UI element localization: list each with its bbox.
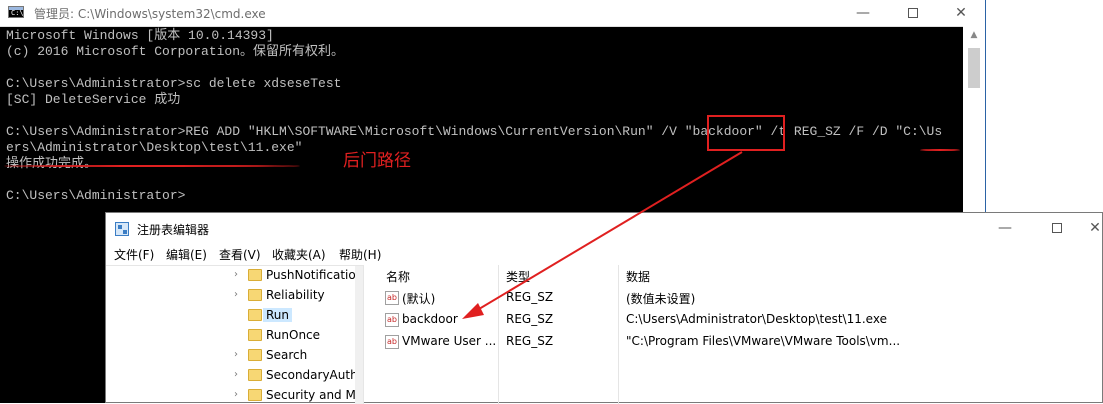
- chevron-right-icon[interactable]: ›: [234, 369, 238, 380]
- value-data: "C:\Program Files\VMware\VMware Tools\vm…: [626, 334, 901, 348]
- value-name: (默认): [402, 292, 436, 306]
- maximize-button[interactable]: [1034, 215, 1080, 241]
- tree-item-label: PushNotification: [266, 268, 359, 282]
- scroll-thumb[interactable]: [968, 48, 980, 88]
- regedit-window-title: 注册表编辑器: [137, 223, 210, 237]
- column-header-name[interactable]: 名称: [386, 268, 410, 285]
- value-type: REG_SZ: [506, 312, 554, 326]
- console-line: ers\Administrator\Desktop\test\11.exe": [6, 140, 303, 155]
- cmd-title-bar[interactable]: C:\ 管理员: C:\Windows\system32\cmd.exe — ✕: [0, 0, 985, 27]
- menu-bar: 文件(F) 编辑(E) 查看(V) 收藏夹(A) 帮助(H): [106, 244, 1102, 264]
- string-value-icon: ab: [385, 313, 399, 327]
- menu-edit[interactable]: 编辑(E): [166, 246, 207, 263]
- chevron-right-icon[interactable]: ›: [234, 289, 238, 300]
- menu-favorites[interactable]: 收藏夹(A): [272, 246, 326, 263]
- maximize-icon: [1052, 223, 1062, 233]
- menu-file[interactable]: 文件(F): [114, 246, 154, 263]
- folder-icon: [248, 269, 262, 281]
- menu-help[interactable]: 帮助(H): [339, 246, 381, 263]
- console-line: C:\Users\Administrator>REG ADD "HKLM\SOF…: [6, 124, 943, 139]
- chevron-right-icon[interactable]: ›: [234, 349, 238, 360]
- column-header-data[interactable]: 数据: [626, 268, 650, 285]
- tree-item-label: RunOnce: [266, 328, 321, 342]
- minimize-button[interactable]: —: [840, 0, 886, 26]
- scroll-up-arrow-icon[interactable]: ▲: [963, 26, 985, 44]
- registry-tree-pane[interactable]: › PushNotification › Reliability Run Run…: [106, 265, 364, 404]
- tree-item-label: SecondaryAuthF: [266, 368, 359, 382]
- maximize-button[interactable]: [890, 0, 936, 26]
- tree-item-runonce[interactable]: RunOnce: [234, 326, 359, 346]
- menu-view[interactable]: 查看(V): [219, 246, 261, 263]
- minimize-button[interactable]: —: [982, 215, 1028, 241]
- close-button[interactable]: ✕: [938, 0, 984, 26]
- close-button[interactable]: ✕: [1084, 215, 1103, 241]
- underline-path-start: [920, 149, 960, 151]
- console-line: 操作成功完成。: [6, 156, 98, 171]
- annotation-label: 后门路径: [343, 151, 411, 171]
- regedit-window[interactable]: 注册表编辑器 — ✕ 文件(F) 编辑(E) 查看(V) 收藏夹(A) 帮助(H…: [105, 212, 1103, 404]
- tree-item-label: Security and Ma: [266, 388, 359, 402]
- folder-icon: [248, 289, 262, 301]
- tree-item-pushnotification[interactable]: › PushNotification: [234, 266, 359, 286]
- value-data: C:\Users\Administrator\Desktop\test\11.e…: [626, 312, 887, 326]
- registry-value-row[interactable]: ab VMware User ... REG_SZ "C:\Program Fi…: [376, 331, 1103, 353]
- registry-value-row[interactable]: ab (默认) REG_SZ (数值未设置): [376, 287, 1103, 309]
- cmd-window-title: 管理员: C:\Windows\system32\cmd.exe: [34, 7, 266, 21]
- string-value-icon: ab: [385, 335, 399, 349]
- highlight-box-backdoor: [707, 115, 785, 151]
- tree-item-label: Run: [263, 308, 293, 322]
- underline-path: [4, 165, 300, 167]
- folder-icon: [248, 389, 262, 401]
- console-line: (c) 2016 Microsoft Corporation。保留所有权利。: [6, 44, 345, 59]
- regedit-icon: [115, 222, 129, 236]
- desktop-background-right: [986, 0, 1103, 214]
- value-name: backdoor: [402, 312, 458, 326]
- tree-item-reliability[interactable]: › Reliability: [234, 286, 359, 306]
- string-value-icon: ab: [385, 291, 399, 305]
- chevron-right-icon[interactable]: ›: [234, 389, 238, 400]
- tree-item-security[interactable]: › Security and Ma: [234, 386, 359, 404]
- value-data: (数值未设置): [626, 292, 696, 306]
- value-name: VMware User ...: [402, 334, 497, 348]
- tree-item-label: Search: [266, 348, 308, 362]
- registry-value-row[interactable]: ab backdoor REG_SZ C:\Users\Administrato…: [376, 309, 1103, 331]
- folder-icon: [248, 329, 262, 341]
- cmd-icon: C:\: [8, 6, 24, 18]
- folder-icon: [248, 349, 262, 361]
- tree-item-secondaryauth[interactable]: › SecondaryAuthF: [234, 366, 359, 386]
- chevron-right-icon[interactable]: ›: [234, 269, 238, 280]
- console-line: [SC] DeleteService 成功: [6, 92, 181, 107]
- console-prompt-line: C:\Users\Administrator>: [6, 188, 186, 203]
- tree-item-run[interactable]: Run: [234, 306, 359, 326]
- tree-vertical-scrollbar[interactable]: [355, 266, 363, 404]
- folder-icon: [248, 309, 262, 321]
- registry-values-pane[interactable]: 名称 类型 数据 ab (默认) REG_SZ (数值未设置) ab backd…: [376, 265, 1103, 404]
- value-type: REG_SZ: [506, 334, 554, 348]
- console-line: C:\Users\Administrator>sc delete xdseseT…: [6, 76, 342, 91]
- folder-icon: [248, 369, 262, 381]
- maximize-icon: [908, 8, 918, 18]
- regedit-title-bar[interactable]: 注册表编辑器 — ✕: [106, 213, 1102, 243]
- console-line: Microsoft Windows [版本 10.0.14393]: [6, 28, 274, 43]
- tree-item-search[interactable]: › Search: [234, 346, 359, 366]
- tree-item-label: Reliability: [266, 288, 325, 302]
- column-header-type[interactable]: 类型: [506, 268, 530, 285]
- value-type: REG_SZ: [506, 290, 554, 304]
